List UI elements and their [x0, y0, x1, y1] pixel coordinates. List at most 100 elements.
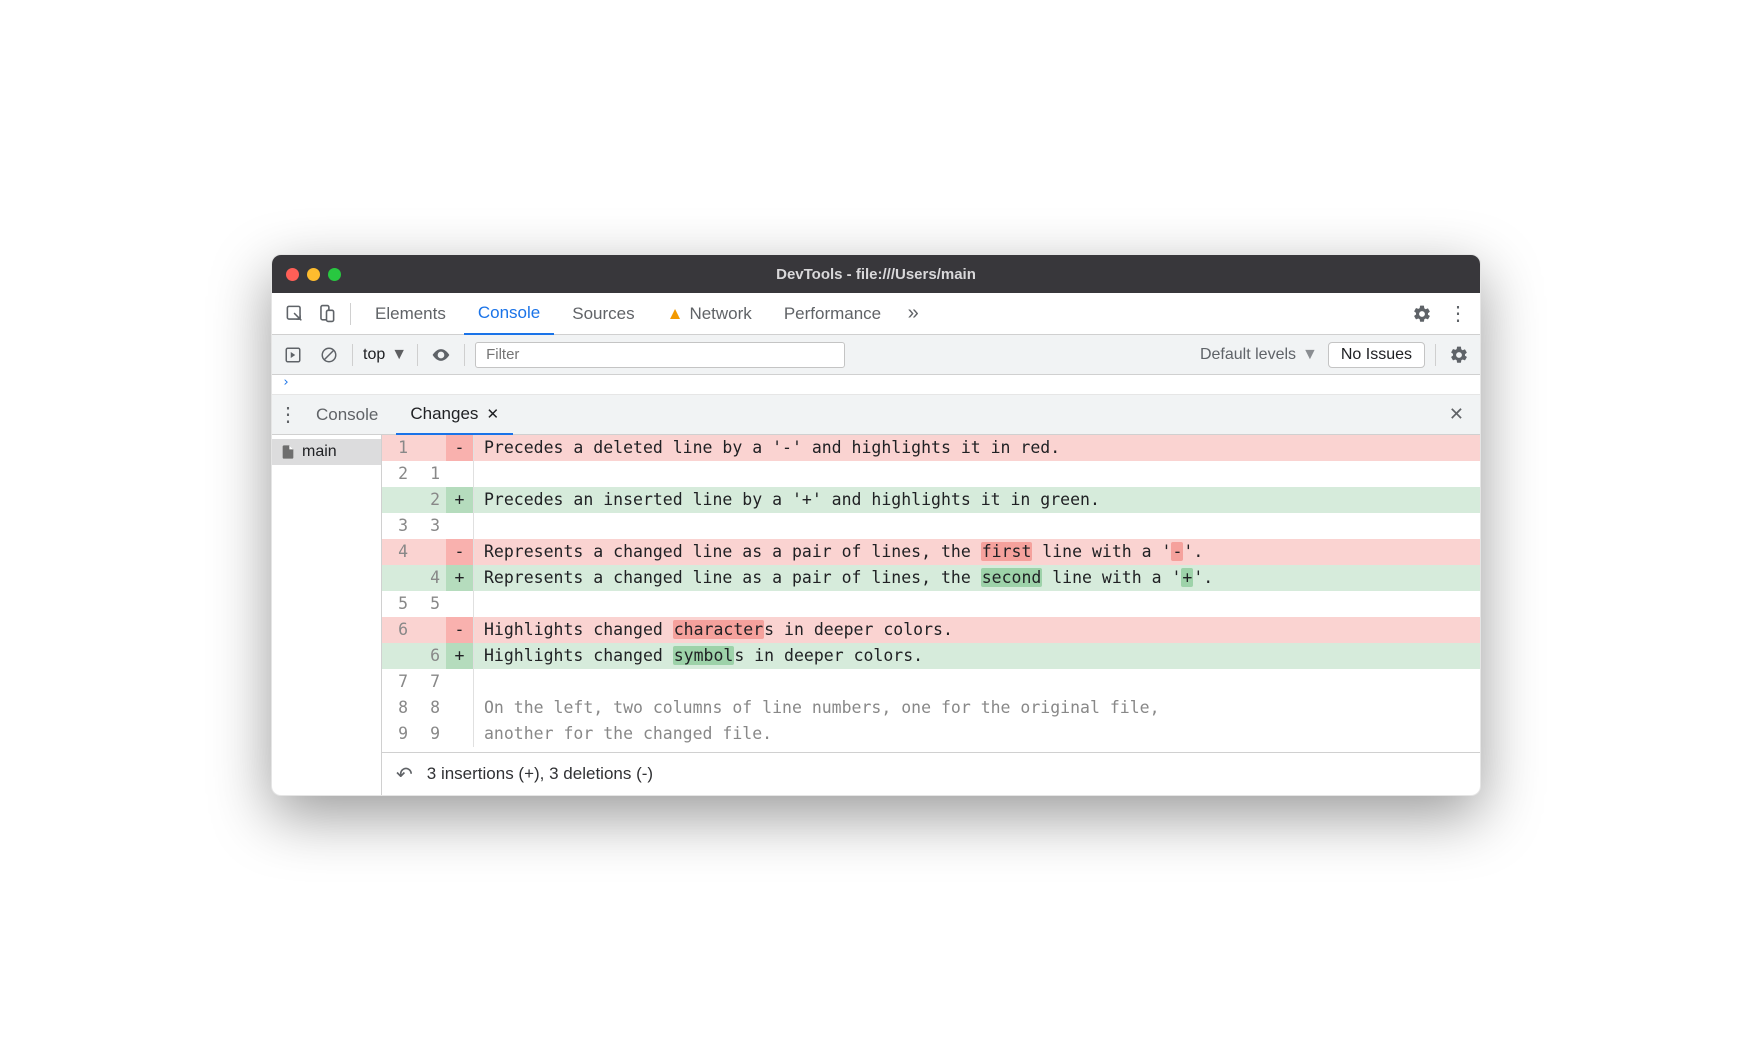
line-number-new: 1: [414, 461, 446, 487]
inspect-element-icon[interactable]: [280, 300, 308, 328]
main-toolbar: Elements Console Sources ▲ Network Perfo…: [272, 293, 1480, 335]
line-number-new: 7: [414, 669, 446, 695]
revert-icon[interactable]: ↶: [396, 762, 413, 787]
diff-sign: [446, 695, 474, 721]
tab-elements[interactable]: Elements: [361, 293, 460, 335]
diff-line: 77: [382, 669, 1480, 695]
diff-code: [474, 461, 1480, 487]
file-icon: [280, 443, 296, 461]
line-number-old: 3: [382, 513, 414, 539]
diff-line: 6-Highlights changed characters in deepe…: [382, 617, 1480, 643]
diff-code: [474, 513, 1480, 539]
diff-sign: -: [446, 539, 474, 565]
console-settings-gear-icon[interactable]: [1446, 342, 1472, 368]
diff-sign: -: [446, 435, 474, 461]
line-number-old: 5: [382, 591, 414, 617]
chevron-down-icon: ▼: [391, 346, 407, 364]
changes-panel: main 1-Precedes a deleted line by a '-' …: [272, 435, 1480, 795]
diff-code: [474, 669, 1480, 695]
close-drawer-icon[interactable]: ✕: [1449, 404, 1474, 425]
changed-file-item[interactable]: main: [272, 439, 381, 465]
filter-input[interactable]: [475, 342, 845, 368]
line-number-new: 6: [414, 643, 446, 669]
line-number-new: 4: [414, 565, 446, 591]
console-filter-bar: top ▼ Default levels ▼ No Issues: [272, 335, 1480, 375]
line-number-old: [382, 565, 414, 591]
diff-code: [474, 591, 1480, 617]
diff-view[interactable]: 1-Precedes a deleted line by a '-' and h…: [382, 435, 1480, 753]
context-selector[interactable]: top ▼: [363, 346, 407, 364]
line-number-old: 2: [382, 461, 414, 487]
diff-code: Represents a changed line as a pair of l…: [474, 565, 1480, 591]
drawer-tab-console[interactable]: Console: [302, 395, 392, 435]
line-number-old: 9: [382, 721, 414, 747]
diff-code: Precedes an inserted line by a '+' and h…: [474, 487, 1480, 513]
settings-gear-icon[interactable]: [1412, 304, 1440, 324]
more-menu-icon[interactable]: ⋮: [1444, 301, 1472, 326]
line-number-new: 2: [414, 487, 446, 513]
diff-line: 1 -Precedes a deleted line by a '-' and h…: [382, 435, 1480, 461]
line-number-new: 8: [414, 695, 446, 721]
diff-sign: +: [446, 565, 474, 591]
execute-icon[interactable]: [280, 342, 306, 368]
minimize-window-button[interactable]: [307, 268, 320, 281]
window-controls: [286, 268, 341, 281]
drawer-tab-changes[interactable]: Changes ✕: [396, 395, 513, 435]
device-toggle-icon[interactable]: [312, 300, 340, 328]
drawer-tabs: ⋮ Console Changes ✕ ✕: [272, 395, 1480, 435]
diff-line: 21: [382, 461, 1480, 487]
tab-sources[interactable]: Sources: [558, 293, 648, 335]
close-tab-icon[interactable]: ✕: [486, 405, 499, 423]
chevron-down-icon: ▼: [1302, 346, 1318, 364]
line-number-new: [414, 435, 446, 461]
line-number-old: [382, 487, 414, 513]
close-window-button[interactable]: [286, 268, 299, 281]
warning-icon: ▲: [667, 304, 684, 324]
diff-code: Precedes a deleted line by a '-' and hig…: [474, 435, 1480, 461]
changes-file-list: main: [272, 435, 382, 795]
diff-code: Highlights changed characters in deeper …: [474, 617, 1480, 643]
diff-sign: [446, 461, 474, 487]
line-number-new: [414, 617, 446, 643]
tab-performance[interactable]: Performance: [770, 293, 895, 335]
more-tabs-button[interactable]: »: [899, 300, 927, 328]
diff-code: another for the changed file.: [474, 721, 1480, 747]
diff-line: 2+Precedes an inserted line by a '+' and…: [382, 487, 1480, 513]
file-name: main: [302, 443, 337, 461]
diff-sign: -: [446, 617, 474, 643]
window-title: DevTools - file:///Users/main: [272, 266, 1480, 283]
devtools-window: DevTools - file:///Users/main Elements C…: [271, 254, 1481, 796]
diff-code: Represents a changed line as a pair of l…: [474, 539, 1480, 565]
diff-line: 99another for the changed file.: [382, 721, 1480, 747]
console-prompt[interactable]: ›: [272, 375, 1480, 395]
diff-code: Highlights changed symbols in deeper col…: [474, 643, 1480, 669]
drawer-menu-icon[interactable]: ⋮: [278, 402, 298, 427]
line-number-new: [414, 539, 446, 565]
tab-console[interactable]: Console: [464, 293, 554, 335]
diff-sign: [446, 669, 474, 695]
line-number-old: 8: [382, 695, 414, 721]
diff-line: 55: [382, 591, 1480, 617]
issues-button[interactable]: No Issues: [1328, 342, 1425, 368]
log-levels-select[interactable]: Default levels ▼: [1200, 346, 1318, 364]
diff-line: 88 On the left, two columns of line numbe…: [382, 695, 1480, 721]
tab-network[interactable]: ▲ Network: [653, 293, 766, 335]
line-number-old: 1: [382, 435, 414, 461]
diff-sign: +: [446, 487, 474, 513]
diff-line: 33: [382, 513, 1480, 539]
diff-line: 4 -Represents a changed line as a pair of…: [382, 539, 1480, 565]
line-number-new: 5: [414, 591, 446, 617]
diff-sign: [446, 721, 474, 747]
clear-console-icon[interactable]: [316, 342, 342, 368]
line-number-new: 3: [414, 513, 446, 539]
titlebar: DevTools - file:///Users/main: [272, 255, 1480, 293]
maximize-window-button[interactable]: [328, 268, 341, 281]
line-number-old: 4: [382, 539, 414, 565]
live-expression-icon[interactable]: [428, 342, 454, 368]
diff-sign: +: [446, 643, 474, 669]
changes-footer: ↶ 3 insertions (+), 3 deletions (-): [382, 753, 1480, 795]
diff-line: 6+Highlights changed symbols in deeper c…: [382, 643, 1480, 669]
diff-sign: [446, 513, 474, 539]
diff-code: On the left, two columns of line numbers…: [474, 695, 1480, 721]
diff-sign: [446, 591, 474, 617]
